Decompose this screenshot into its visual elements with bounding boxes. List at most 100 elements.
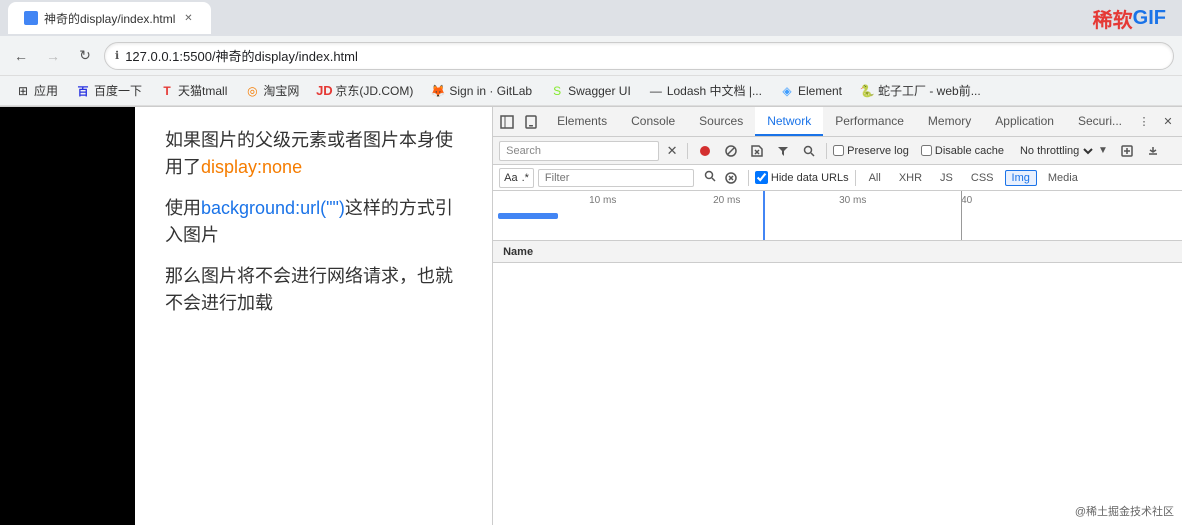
clear-button[interactable] — [746, 140, 768, 162]
filter-cancel-btn[interactable] — [720, 167, 742, 189]
logo-gif: GIF — [1133, 7, 1166, 30]
bookmark-taobao-label: 淘宝网 — [263, 82, 299, 99]
throttling-select[interactable]: No throttling — [1016, 144, 1096, 158]
tab-title: 神奇的display/index.html — [44, 10, 175, 27]
bookmark-element-label: Element — [798, 84, 842, 98]
address-bar[interactable]: ℹ 127.0.0.1:5500/神奇的display/index.html — [104, 42, 1174, 70]
lock-icon: ℹ — [115, 49, 119, 62]
tab-security[interactable]: Securi... — [1066, 107, 1134, 136]
devtools-close-icon[interactable]: ✕ — [1158, 112, 1178, 132]
record-button[interactable] — [694, 140, 716, 162]
browser-chrome: 神奇的display/index.html ✕ 稀软 GIF ← → ↻ ℹ 1… — [0, 0, 1182, 107]
disable-cache-group: Disable cache — [921, 145, 1004, 157]
tab-network[interactable]: Network — [755, 107, 823, 136]
devtools-search-bar: Search ✕ Preserve log — [493, 137, 1182, 165]
line2-bg-url: background:url("") — [201, 198, 345, 218]
page-line-3: 那么图片将不会进行网络请求，也就不会进行加载 — [165, 263, 462, 317]
search-label: Search — [506, 145, 541, 157]
bookmark-element[interactable]: ◈ Element — [772, 82, 850, 100]
stop-button[interactable] — [720, 140, 742, 162]
bookmark-swagger[interactable]: S Swagger UI — [542, 82, 639, 100]
filter-xhr-btn[interactable]: XHR — [892, 170, 929, 186]
devtools-timeline: 10 ms 20 ms 30 ms 40 — [493, 191, 1182, 241]
timeline-label-30ms: 30 ms — [839, 195, 866, 206]
devtools-inspect-icon[interactable] — [497, 112, 517, 132]
tab-memory[interactable]: Memory — [916, 107, 983, 136]
devtools-tabs: Elements Console Sources Network Perform… — [493, 107, 1182, 137]
filter-all-btn[interactable]: All — [862, 170, 888, 186]
bookmark-snake[interactable]: 🐍 蛇子工厂 - web前... — [852, 80, 989, 101]
regex-label[interactable]: .* — [522, 172, 529, 184]
devtools-device-icon[interactable] — [521, 112, 541, 132]
bookmark-taobao[interactable]: ◎ 淘宝网 — [237, 80, 307, 101]
filter-img-btn[interactable]: Img — [1005, 170, 1037, 186]
bookmark-tmall[interactable]: T 天猫tmall — [152, 80, 235, 101]
filter-input[interactable] — [538, 169, 694, 187]
export-har-button[interactable] — [1142, 140, 1164, 162]
filter-media-btn[interactable]: Media — [1041, 170, 1085, 186]
refresh-button[interactable]: ↻ — [72, 43, 98, 69]
devtools-panel: Elements Console Sources Network Perform… — [492, 107, 1182, 525]
filter-sep-1 — [748, 170, 749, 186]
bookmark-tmall-label: 天猫tmall — [178, 82, 227, 99]
tab-application[interactable]: Application — [983, 107, 1066, 136]
tab-close-button[interactable]: ✕ — [181, 11, 195, 25]
tab-performance[interactable]: Performance — [823, 107, 916, 136]
tab-console[interactable]: Console — [619, 107, 687, 136]
search-requests-button[interactable] — [798, 140, 820, 162]
import-har-button[interactable] — [1116, 140, 1138, 162]
bookmark-apps[interactable]: ⊞ 应用 — [8, 80, 66, 101]
watermark: @稀土掘金技术社区 — [1075, 503, 1174, 519]
tab-favicon — [24, 11, 38, 25]
active-tab[interactable]: 神奇的display/index.html ✕ — [8, 2, 211, 34]
bookmark-jd[interactable]: JD 京东(JD.COM) — [309, 80, 421, 101]
baidu-icon: 百 — [76, 84, 90, 98]
element-icon: ◈ — [780, 84, 794, 98]
disable-cache-checkbox[interactable] — [921, 145, 932, 156]
bookmark-gitlab[interactable]: 🦊 Sign in · GitLab — [423, 82, 540, 100]
main-area: 如果图片的父级元素或者图片本身使用了display:none 使用backgro… — [0, 107, 1182, 525]
tab-elements[interactable]: Elements — [545, 107, 619, 136]
network-table-header: Name — [493, 241, 1182, 263]
devtools-more-icon[interactable]: ⋮ — [1134, 112, 1154, 132]
network-table-body — [493, 263, 1182, 525]
hide-data-urls-group: Hide data URLs — [755, 171, 849, 184]
page-text-area: 如果图片的父级元素或者图片本身使用了display:none 使用backgro… — [165, 127, 462, 317]
gitlab-icon: 🦊 — [431, 84, 445, 98]
filter-css-btn[interactable]: CSS — [964, 170, 1001, 186]
page-line-2: 使用background:url("")这样的方式引入图片 — [165, 195, 462, 249]
forward-button[interactable]: → — [40, 43, 66, 69]
throttling-area: No throttling ▼ — [1016, 144, 1108, 158]
timeline-label-10ms: 10 ms — [589, 195, 616, 206]
filter-button[interactable] — [772, 140, 794, 162]
swagger-icon: S — [550, 84, 564, 98]
logo-text: 稀软 — [1093, 4, 1133, 33]
bookmark-lodash-label: Lodash 中文档 |... — [667, 82, 762, 99]
tab-bar: 神奇的display/index.html ✕ 稀软 GIF — [0, 0, 1182, 36]
search-close-button[interactable]: ✕ — [663, 142, 681, 160]
aa-label[interactable]: Aa — [504, 172, 517, 184]
apps-icon: ⊞ — [16, 84, 30, 98]
bookmark-snake-label: 蛇子工厂 - web前... — [878, 82, 981, 99]
preserve-log-checkbox[interactable] — [833, 145, 844, 156]
preserve-log-group: Preserve log — [833, 145, 909, 157]
line2-part1: 使用 — [165, 198, 201, 218]
filter-js-btn[interactable]: JS — [933, 170, 960, 186]
taobao-icon: ◎ — [245, 84, 259, 98]
timeline-label-20ms: 20 ms — [713, 195, 740, 206]
timeline-marker-2 — [961, 191, 962, 240]
back-button[interactable]: ← — [8, 43, 34, 69]
hide-data-urls-label: Hide data URLs — [771, 172, 849, 184]
filter-toolbar-btn[interactable] — [704, 170, 716, 185]
separator-1 — [687, 143, 688, 159]
bookmark-gitlab-label: Sign in · GitLab — [449, 84, 532, 98]
jd-icon: JD — [317, 84, 331, 98]
hide-data-urls-checkbox[interactable] — [755, 171, 768, 184]
bookmark-baidu[interactable]: 百 百度一下 — [68, 80, 150, 101]
search-input-area[interactable]: Search — [499, 141, 659, 161]
bookmark-baidu-label: 百度一下 — [94, 82, 142, 99]
bookmarks-bar: ⊞ 应用 百 百度一下 T 天猫tmall ◎ 淘宝网 JD 京东(JD.COM… — [0, 76, 1182, 106]
bookmark-lodash[interactable]: — Lodash 中文档 |... — [641, 80, 770, 101]
tab-sources[interactable]: Sources — [687, 107, 755, 136]
filter-sep-2 — [855, 170, 856, 186]
